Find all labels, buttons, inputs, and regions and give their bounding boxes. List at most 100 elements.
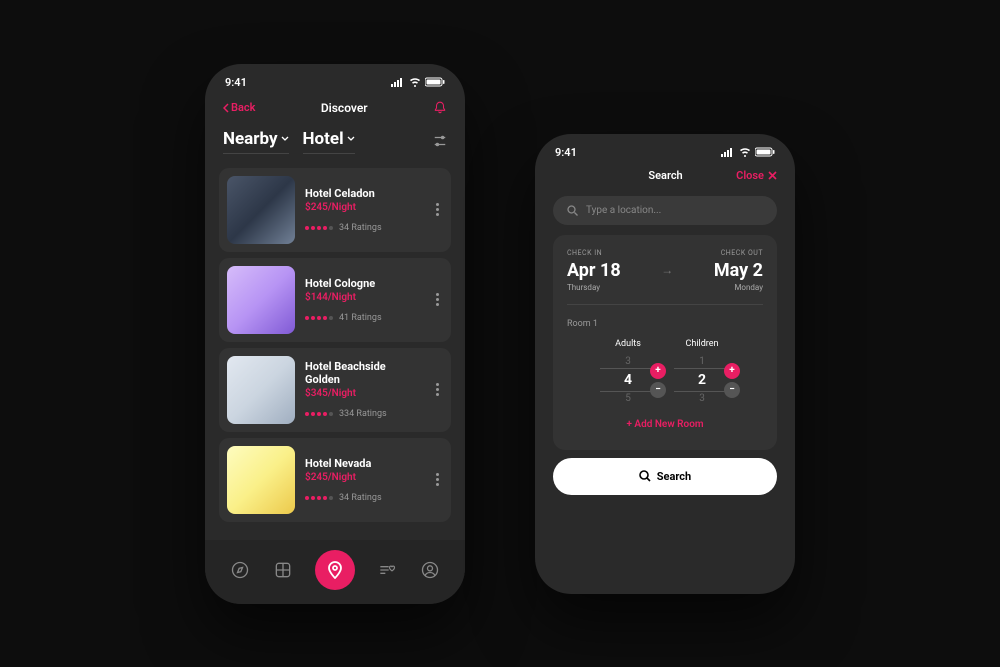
profile-icon[interactable] — [420, 560, 440, 580]
hotel-name: Hotel Celadon — [305, 187, 422, 200]
adults-current: 4 — [600, 368, 656, 392]
hotel-name: Hotel Nevada — [305, 457, 422, 470]
favorites-icon[interactable] — [377, 560, 397, 580]
status-icons — [721, 147, 775, 157]
rating-count: 334 Ratings — [339, 409, 387, 419]
rating-row: 34 Ratings — [305, 223, 422, 233]
sliders-icon[interactable] — [433, 134, 447, 148]
more-icon[interactable] — [432, 293, 443, 306]
wifi-icon — [739, 147, 751, 157]
adults-minus-button[interactable]: − — [650, 382, 666, 398]
discover-screen: 9:41 Back Discover Nearby Hotel Hotel — [205, 64, 465, 604]
adults-next: 5 — [625, 392, 631, 405]
compass-icon[interactable] — [230, 560, 250, 580]
chevron-down-icon — [281, 136, 289, 141]
hotel-image — [227, 446, 295, 514]
status-time: 9:41 — [555, 146, 577, 159]
back-label: Back — [231, 101, 255, 114]
hotel-image — [227, 266, 295, 334]
chevron-left-icon — [223, 103, 229, 113]
hotel-info: Hotel Celadon $245/Night 34 Ratings — [305, 187, 422, 233]
more-icon[interactable] — [432, 203, 443, 216]
adults-counter[interactable]: Adults 3 4 5 + − — [600, 339, 656, 405]
search-icon — [639, 470, 651, 482]
hotel-name: Hotel Beachside Golden — [305, 360, 422, 386]
chevron-down-icon — [347, 136, 355, 141]
filter-hotel-label: Hotel — [303, 129, 344, 149]
rating-dots — [305, 496, 333, 500]
children-next: 3 — [699, 392, 705, 405]
status-bar: 9:41 — [535, 134, 795, 165]
signal-icon — [721, 147, 735, 157]
children-current: 2 — [674, 368, 730, 392]
checkin-column[interactable]: CHECK IN Apr 18 Thursday — [567, 249, 621, 292]
rating-count: 34 Ratings — [339, 493, 382, 503]
hotel-card[interactable]: Hotel Celadon $245/Night 34 Ratings — [219, 168, 451, 252]
hotel-card[interactable]: Hotel Beachside Golden $345/Night 334 Ra… — [219, 348, 451, 432]
hotel-image — [227, 176, 295, 244]
pin-icon — [327, 561, 343, 579]
rating-row: 34 Ratings — [305, 493, 422, 503]
adults-picker[interactable]: 3 4 5 — [600, 355, 656, 405]
grid-icon[interactable] — [273, 560, 293, 580]
hotel-price: $245/Night — [305, 472, 422, 483]
hotel-info: Hotel Nevada $245/Night 34 Ratings — [305, 457, 422, 503]
search-button[interactable]: Search — [553, 458, 777, 495]
hotel-list[interactable]: Hotel Celadon $245/Night 34 Ratings Hote… — [205, 164, 465, 526]
back-button[interactable]: Back — [223, 101, 255, 114]
battery-icon — [755, 147, 775, 157]
filter-nearby[interactable]: Nearby — [223, 129, 289, 154]
checkout-column[interactable]: CHECK OUT May 2 Monday — [714, 249, 763, 292]
checkin-label: CHECK IN — [567, 249, 621, 257]
hotel-price: $245/Night — [305, 202, 422, 213]
children-prev: 1 — [699, 355, 705, 368]
hotel-price: $144/Night — [305, 292, 422, 303]
search-screen: 9:41 Search Close Type a location... CHE… — [535, 134, 795, 594]
add-room-button[interactable]: + Add New Room — [567, 419, 763, 430]
checkin-date: Apr 18 — [567, 260, 621, 281]
children-minus-button[interactable]: − — [724, 382, 740, 398]
filter-hotel[interactable]: Hotel — [303, 129, 355, 154]
adults-prev: 3 — [625, 355, 631, 368]
rating-dots — [305, 316, 333, 320]
rating-row: 41 Ratings — [305, 313, 422, 323]
hotel-card[interactable]: Hotel Nevada $245/Night 34 Ratings — [219, 438, 451, 522]
hotel-name: Hotel Cologne — [305, 277, 422, 290]
close-button[interactable]: Close — [736, 169, 777, 182]
arrow-right-icon: → — [661, 263, 673, 277]
filter-nearby-label: Nearby — [223, 129, 278, 149]
more-icon[interactable] — [432, 383, 443, 396]
rating-count: 34 Ratings — [339, 223, 382, 233]
counter-row: Adults 3 4 5 + − Children 1 2 3 — [567, 339, 763, 405]
hotel-card[interactable]: Hotel Cologne $144/Night 41 Ratings — [219, 258, 451, 342]
search-header: Search Close — [535, 165, 795, 192]
booking-card: CHECK IN Apr 18 Thursday → CHECK OUT May… — [553, 235, 777, 450]
children-picker[interactable]: 1 2 3 — [674, 355, 730, 405]
status-bar: 9:41 — [205, 64, 465, 95]
nav-bar: Back Discover — [205, 95, 465, 125]
status-icons — [391, 77, 445, 87]
rating-dots — [305, 412, 333, 416]
bell-icon[interactable] — [433, 101, 447, 115]
more-icon[interactable] — [432, 473, 443, 486]
close-icon — [768, 171, 777, 180]
room-label: Room 1 — [567, 319, 763, 329]
close-label: Close — [736, 169, 764, 182]
status-time: 9:41 — [225, 76, 247, 89]
search-button-label: Search — [657, 470, 691, 483]
rating-count: 41 Ratings — [339, 313, 382, 323]
children-buttons: + − — [724, 363, 740, 398]
children-label: Children — [674, 339, 730, 349]
signal-icon — [391, 77, 405, 87]
checkout-date: May 2 — [714, 260, 763, 281]
wifi-icon — [409, 77, 421, 87]
location-button[interactable] — [315, 550, 355, 590]
children-counter[interactable]: Children 1 2 3 + − — [674, 339, 730, 405]
adults-plus-button[interactable]: + — [650, 363, 666, 379]
location-input[interactable]: Type a location... — [553, 196, 777, 225]
children-plus-button[interactable]: + — [724, 363, 740, 379]
checkout-label: CHECK OUT — [714, 249, 763, 257]
battery-icon — [425, 77, 445, 87]
page-title: Search — [648, 169, 682, 182]
checkin-day: Thursday — [567, 283, 621, 292]
